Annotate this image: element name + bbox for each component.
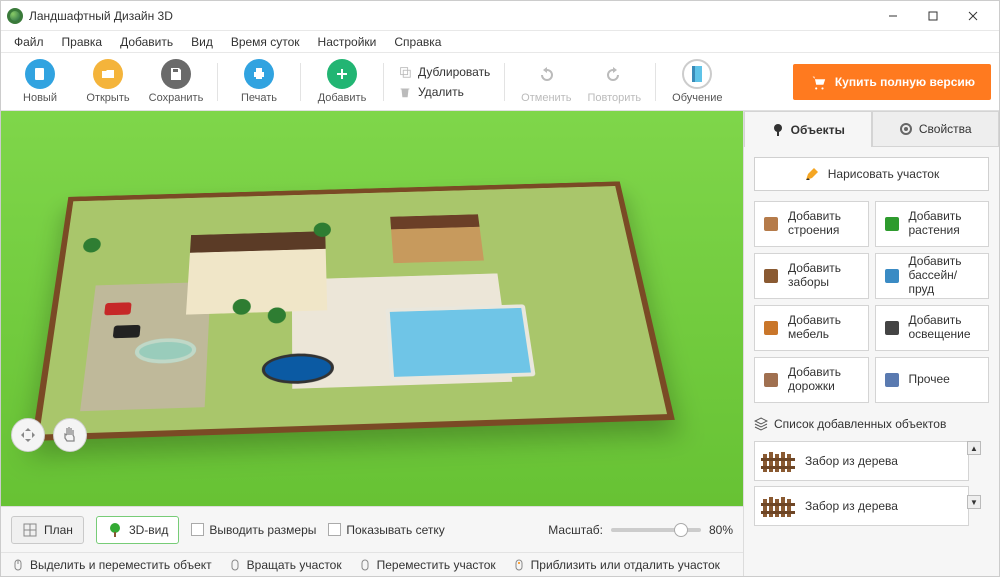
category-grid: Добавить строенияДобавить растенияДобави… (754, 201, 989, 403)
menu-bar: Файл Правка Добавить Вид Время суток Нас… (1, 31, 999, 53)
gear-icon (899, 122, 913, 136)
status-move: Переместить участок (358, 558, 496, 572)
plan-icon (22, 522, 38, 538)
orbit-button[interactable] (11, 418, 45, 452)
draw-plot-button[interactable]: Нарисовать участок (754, 157, 989, 191)
object-list-header: Список добавленных объектов (754, 417, 989, 431)
object-item[interactable]: Забор из дерева (754, 441, 969, 481)
scale-slider[interactable] (611, 528, 701, 532)
category-icon (761, 214, 781, 234)
view-bottom-bar: План 3D-вид Выводить размеры Показывать … (1, 506, 743, 552)
canvas-3d[interactable] (1, 111, 743, 506)
category-icon (882, 370, 902, 390)
menu-file[interactable]: Файл (5, 33, 53, 51)
fence-icon (761, 493, 797, 519)
menu-add[interactable]: Добавить (111, 33, 182, 51)
menu-time[interactable]: Время суток (222, 33, 309, 51)
cart-icon (809, 73, 827, 91)
app-logo-icon (7, 8, 23, 24)
maximize-button[interactable] (913, 2, 953, 30)
menu-settings[interactable]: Настройки (309, 33, 386, 51)
title-bar: Ландшафтный Дизайн 3D (1, 1, 999, 31)
scroll-up-button[interactable]: ▲ (967, 441, 981, 455)
object-item[interactable]: Забор из дерева (754, 486, 969, 526)
scale-label: Масштаб: (548, 523, 603, 537)
category-button-2[interactable]: Добавить заборы (754, 253, 869, 299)
buy-full-version-button[interactable]: Купить полную версию (793, 64, 991, 100)
side-panel: Объекты Свойства Нарисовать участок Доба… (743, 111, 999, 576)
new-button[interactable]: Новый (9, 59, 71, 104)
viewport: План 3D-вид Выводить размеры Показывать … (1, 111, 743, 576)
category-icon (882, 266, 902, 286)
menu-help[interactable]: Справка (385, 33, 450, 51)
minimize-button[interactable] (873, 2, 913, 30)
fence-icon (761, 448, 797, 474)
save-button[interactable]: Сохранить (145, 59, 207, 104)
status-rotate: Вращать участок (228, 558, 342, 572)
main-area: План 3D-вид Выводить размеры Показывать … (1, 111, 999, 576)
pan-button[interactable] (53, 418, 87, 452)
object-list: Забор из дерева Забор из дерева (754, 441, 989, 526)
mouse-icon (358, 558, 372, 572)
menu-view[interactable]: Вид (182, 33, 222, 51)
category-button-7[interactable]: Прочее (875, 357, 990, 403)
category-icon (761, 370, 781, 390)
status-bar: Выделить и переместить объект Вращать уч… (1, 552, 743, 576)
menu-edit[interactable]: Правка (53, 33, 112, 51)
category-button-5[interactable]: Добавить освещение (875, 305, 990, 351)
pencil-icon (804, 166, 820, 182)
category-button-0[interactable]: Добавить строения (754, 201, 869, 247)
mouse-icon (11, 558, 25, 572)
show-grid-checkbox[interactable]: Показывать сетку (328, 523, 444, 537)
status-zoom: Приблизить или отдалить участок (512, 558, 720, 572)
mouse-icon (228, 558, 242, 572)
delete-button[interactable]: Удалить (394, 83, 494, 101)
window-title: Ландшафтный Дизайн 3D (29, 9, 873, 23)
category-icon (761, 266, 781, 286)
category-button-6[interactable]: Добавить дорожки (754, 357, 869, 403)
mouse-scroll-icon (512, 558, 526, 572)
tree-icon (107, 522, 123, 538)
category-icon (761, 318, 781, 338)
toolbar: Новый Открыть Сохранить Печать Добавить … (1, 53, 999, 111)
duplicate-button[interactable]: Дублировать (394, 63, 494, 81)
category-button-3[interactable]: Добавить бассейн/пруд (875, 253, 990, 299)
status-select: Выделить и переместить объект (11, 558, 212, 572)
layers-icon (754, 417, 768, 431)
category-button-1[interactable]: Добавить растения (875, 201, 990, 247)
redo-button[interactable]: Повторить (583, 59, 645, 104)
print-button[interactable]: Печать (228, 59, 290, 104)
3d-view-tab[interactable]: 3D-вид (96, 516, 179, 544)
scroll-down-button[interactable]: ▼ (967, 495, 981, 509)
category-icon (882, 318, 902, 338)
tab-objects[interactable]: Объекты (744, 111, 872, 147)
scale-value: 80% (709, 523, 733, 537)
undo-button[interactable]: Отменить (515, 59, 577, 104)
open-button[interactable]: Открыть (77, 59, 139, 104)
category-button-4[interactable]: Добавить мебель (754, 305, 869, 351)
plan-tab[interactable]: План (11, 516, 84, 544)
objects-icon (771, 123, 785, 137)
show-dimensions-checkbox[interactable]: Выводить размеры (191, 523, 316, 537)
tab-properties[interactable]: Свойства (872, 111, 1000, 147)
learn-button[interactable]: Обучение (666, 59, 728, 104)
add-button[interactable]: Добавить (311, 59, 373, 104)
category-icon (882, 214, 902, 234)
close-button[interactable] (953, 2, 993, 30)
